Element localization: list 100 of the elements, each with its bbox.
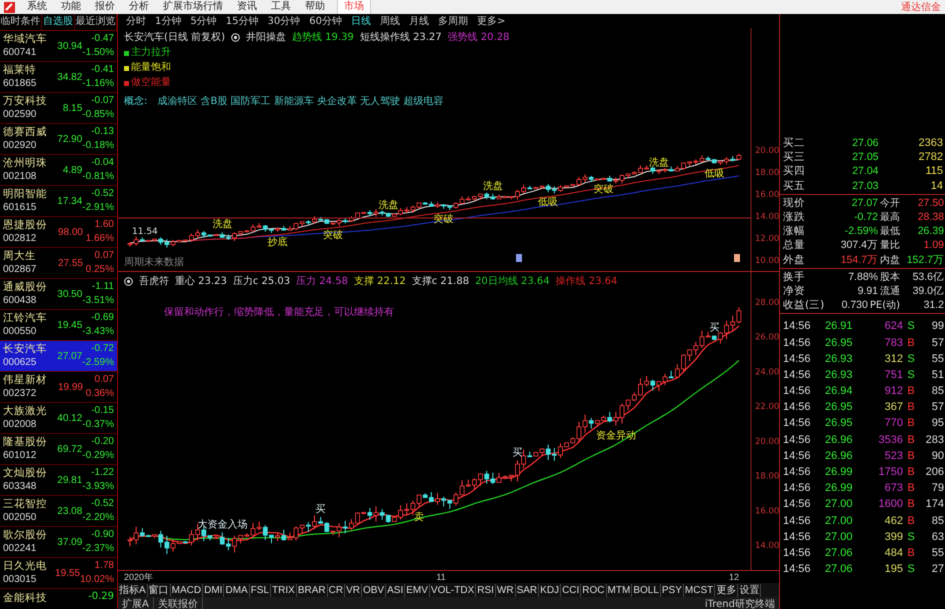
stock-code: 601012 <box>3 449 38 463</box>
stock-price: 8.15 <box>62 102 82 114</box>
marker-icon <box>516 254 522 262</box>
stat-label: 总量 <box>782 238 806 252</box>
stock-name: 万安科技 <box>3 94 48 108</box>
stock-price: 69.72 <box>56 444 82 454</box>
percent-change: -0.29% <box>82 449 114 463</box>
period-tab[interactable]: 月线 <box>408 14 429 28</box>
watchlist-tab[interactable]: 最近浏览 <box>74 14 117 30</box>
stock-price: 72.90 <box>56 134 82 144</box>
tick-price: 26.96 <box>825 450 854 462</box>
period-tab[interactable]: 更多> <box>476 14 506 28</box>
stat-label: 现价 <box>782 196 806 210</box>
tick-count: 79 <box>930 482 945 494</box>
menu-item[interactable]: 功能 <box>59 0 83 14</box>
indicator-reading: 支撑c 21.88 <box>412 274 470 288</box>
stock-price: 98.00 <box>56 226 83 238</box>
stock-code: 002008 <box>3 418 38 432</box>
tick-side: B <box>906 466 916 478</box>
tick-side: B <box>906 450 916 462</box>
menu-item[interactable]: 扩展市场行情 <box>161 0 225 14</box>
tick-price: 26.95 <box>825 401 854 414</box>
axis-label: 10.00 <box>755 256 779 266</box>
period-tab[interactable]: 60分钟 <box>309 14 342 28</box>
stat-label: 净资 <box>782 284 806 298</box>
percent-change: -1.16% <box>82 77 114 91</box>
period-tab[interactable]: 5分钟 <box>190 14 217 28</box>
indicator-name: 井阳操盘 <box>246 30 286 44</box>
axis-label: 18.00 <box>755 168 779 178</box>
stat-value: 154.7万 <box>840 252 878 267</box>
period-tab[interactable]: 日线 <box>350 14 371 28</box>
stock-name: 大族激光 <box>3 404 48 418</box>
indicator-reading: 趋势线 19.39 <box>292 30 354 44</box>
menu-item[interactable]: 分析 <box>127 0 151 14</box>
price-change: -0.07 <box>91 94 114 108</box>
tick-volume: 484 <box>884 546 903 559</box>
chart-title: 长安汽车(日线 前复权) <box>124 30 225 44</box>
stat-label: 最低 <box>879 225 900 238</box>
tick-volume: 1750 <box>878 466 903 478</box>
period-tab[interactable]: 分时 <box>126 14 146 28</box>
price-change: -0.13 <box>91 125 114 139</box>
tick-volume: 770 <box>884 417 903 430</box>
bid-price: 27.04 <box>851 165 878 178</box>
period-tab[interactable]: 多周期 <box>438 14 468 28</box>
axis-label: 22.00 <box>755 402 779 412</box>
watchlist-tab[interactable]: 自选股 <box>42 14 75 30</box>
menu-item[interactable]: 工具 <box>269 0 293 14</box>
tick-count: 206 <box>924 466 945 478</box>
bid-volume: 2782 <box>918 151 944 164</box>
tick-volume: 523 <box>884 450 903 462</box>
menu-item[interactable]: 资讯 <box>235 0 259 14</box>
stock-name: 文灿股份 <box>3 466 48 480</box>
tick-count: 90 <box>930 450 945 462</box>
tick-count: 85 <box>930 514 945 527</box>
menu-item[interactable]: 帮助 <box>303 0 327 14</box>
watchlist-tab[interactable]: 临时条件 <box>0 14 42 30</box>
status-tab[interactable]: 扩展A <box>118 596 154 609</box>
indicator-reading: 压力c 25.03 <box>232 274 290 288</box>
period-tab[interactable]: 周线 <box>380 14 400 28</box>
tick-volume: 312 <box>884 352 903 365</box>
tick-price: 27.06 <box>825 546 854 559</box>
tick-side: B <box>906 434 916 446</box>
tick-time: 14:56 <box>782 434 812 446</box>
period-tab[interactable]: 1分钟 <box>155 14 182 28</box>
period-tab[interactable]: 15分钟 <box>226 14 258 28</box>
target-icon <box>124 276 133 286</box>
period-tab[interactable]: 30分钟 <box>267 14 300 28</box>
stock-code: 000550 <box>3 325 38 339</box>
stat-value: 0.730 <box>840 299 868 312</box>
app-title: 通达信金 <box>901 0 941 14</box>
percent-change: -0.81% <box>82 170 114 184</box>
stat-value: 31.2 <box>922 299 945 312</box>
tick-volume: 367 <box>884 401 903 414</box>
signal-label: 买 <box>709 322 720 334</box>
menu-item[interactable]: 报价 <box>93 0 117 14</box>
indicator-name: 吾虎符 <box>139 274 169 288</box>
tick-side: S <box>906 352 916 365</box>
chart-footnote: 周期未来数据 <box>124 256 184 269</box>
concept-label: 概念: <box>124 94 148 108</box>
axis-label: 26.00 <box>755 332 779 343</box>
menu-item[interactable]: 系统 <box>25 0 49 14</box>
stock-price: 29.81 <box>56 474 82 486</box>
indicator-reading: 操作线 23.64 <box>556 274 618 288</box>
stat-label: 涨跌 <box>782 210 806 224</box>
signal-label: 低吸 <box>704 168 724 180</box>
tick-time: 14:56 <box>782 336 812 349</box>
tick-price: 26.99 <box>825 466 854 478</box>
percent-change: -0.85% <box>82 108 114 122</box>
stock-code: 002920 <box>3 139 38 153</box>
tick-time: 14:56 <box>782 563 812 576</box>
menu-item[interactable]: 市场 <box>337 0 371 14</box>
concept-list: 成渝特区 含B股 国防军工 新能源车 央企改革 无人驾驶 超级电容 <box>157 94 444 108</box>
tick-time: 14:56 <box>782 417 812 430</box>
stock-code: 600438 <box>3 294 38 308</box>
stock-name: 周大生 <box>3 249 37 263</box>
status-tab[interactable]: 关联报价 <box>154 596 203 609</box>
price-change: -0.15 <box>91 404 114 418</box>
percent-change: 0.25% <box>86 263 114 277</box>
stock-price: 34.82 <box>56 72 82 82</box>
axis-label: 12.00 <box>755 234 779 244</box>
